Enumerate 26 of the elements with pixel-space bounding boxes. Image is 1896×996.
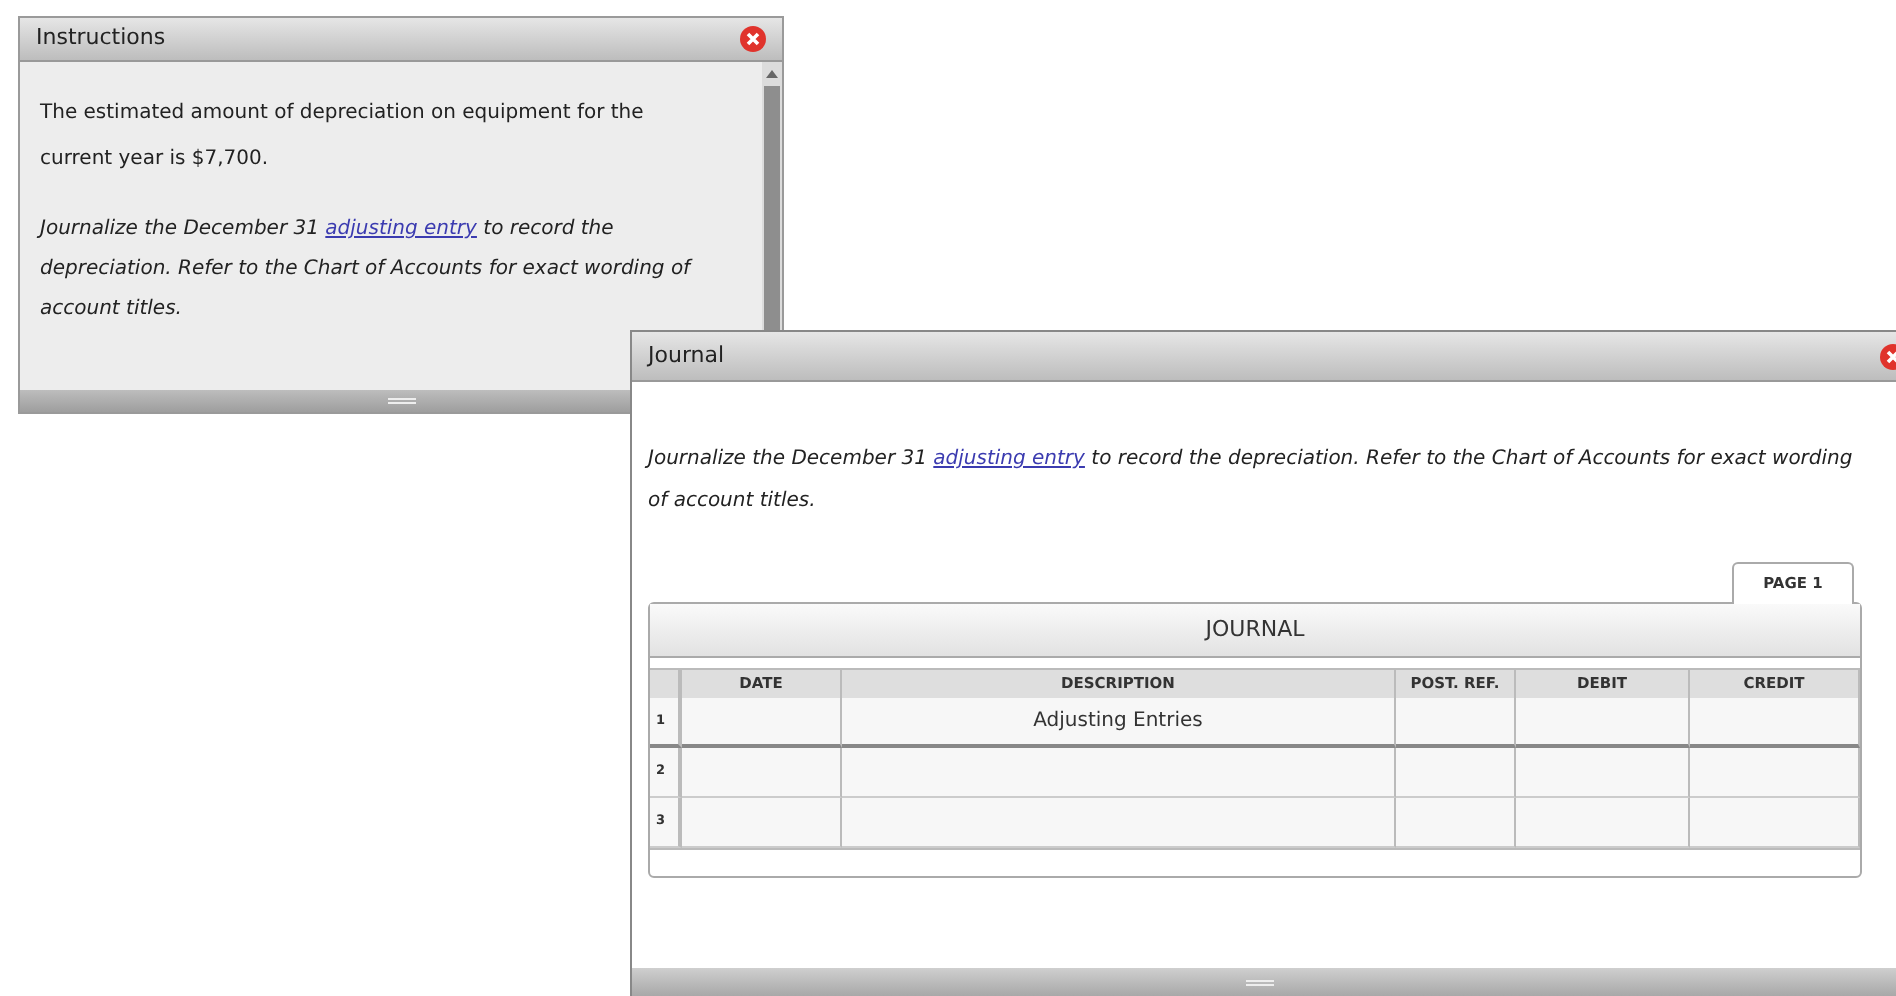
instruction-text: Journalize the December 31 adjusting entry to record the depreciation. Refer to the Chart of Accounts for exact wording of account titles.	[642, 446, 1855, 516]
instruction-text: Journalize the December 31 adjusting entry to record the depreciation. Refer to the Chart of Accounts for exact wording of account titles.	[40, 216, 695, 324]
table-cell[interactable]	[1516, 748, 1690, 798]
window-title: Journal	[648, 339, 725, 372]
table-cell[interactable]	[1690, 698, 1860, 748]
adjusting-entry-link[interactable]: adjusting entry	[325, 218, 477, 240]
window-title: Instructions	[36, 22, 166, 55]
table-cell[interactable]	[842, 748, 1396, 798]
scroll-up-icon[interactable]	[766, 70, 778, 78]
table-cell[interactable]	[1690, 798, 1860, 848]
table-cell[interactable]	[1396, 748, 1516, 798]
table-cell[interactable]: Adjusting Entries	[842, 698, 1396, 748]
close-icon[interactable]	[740, 26, 766, 52]
table-cell[interactable]	[1396, 798, 1516, 848]
adjusting-entry-link[interactable]: adjusting entry	[933, 448, 1085, 470]
table-cell[interactable]	[682, 698, 842, 748]
journal-title: JOURNAL	[650, 604, 1860, 658]
table-cell[interactable]	[1516, 698, 1690, 748]
table-cell[interactable]	[842, 798, 1396, 848]
table-cell[interactable]	[1690, 748, 1860, 798]
resize-bar[interactable]	[632, 968, 1896, 996]
table-cell[interactable]	[1396, 698, 1516, 748]
table-cell[interactable]	[1516, 798, 1690, 848]
depreciation-text: The estimated amount of depreciation on equipment for the current year is $7,700.	[40, 100, 646, 174]
table-cell[interactable]	[682, 748, 842, 798]
table-cell[interactable]	[682, 798, 842, 848]
